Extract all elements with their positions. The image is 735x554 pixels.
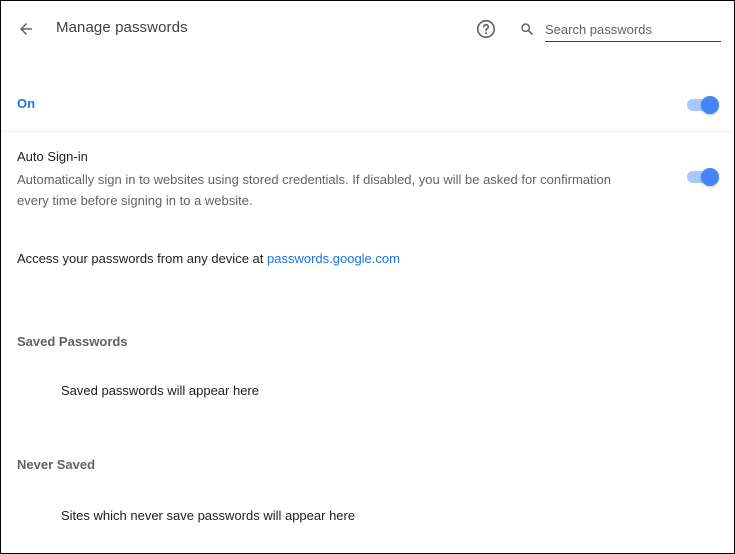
help-circle-icon (476, 19, 496, 39)
arrow-back-icon (20, 23, 32, 35)
back-button[interactable] (13, 16, 39, 42)
page-title: Manage passwords (56, 19, 188, 36)
never-saved-heading: Never Saved (17, 457, 96, 472)
access-passwords-text: Access your passwords from any device at (17, 251, 267, 266)
saved-passwords-heading: Saved Passwords (17, 334, 128, 349)
page-header: Manage passwords (1, 1, 734, 55)
passwords-google-link[interactable]: passwords.google.com (267, 251, 400, 266)
search-input[interactable] (545, 17, 721, 42)
save-passwords-toggle[interactable] (685, 95, 721, 115)
toggle-knob (701, 168, 719, 186)
auto-signin-description: Automatically sign in to websites using … (17, 172, 611, 208)
search-icon (521, 23, 533, 35)
help-button[interactable] (473, 16, 499, 42)
saved-passwords-empty-text: Saved passwords will appear here (61, 383, 259, 398)
toggle-knob (701, 96, 719, 114)
search-box (517, 15, 721, 43)
manage-passwords-window: Manage passwords On Auto Sign-in Automat… (0, 0, 735, 554)
auto-signin-title: Auto Sign-in (17, 149, 88, 164)
save-passwords-status-label: On (17, 96, 36, 111)
never-saved-empty-text: Sites which never save passwords will ap… (61, 508, 356, 523)
access-passwords-line: Access your passwords from any device at… (17, 251, 400, 266)
save-passwords-row: On (1, 81, 734, 132)
auto-signin-toggle[interactable] (685, 167, 721, 187)
